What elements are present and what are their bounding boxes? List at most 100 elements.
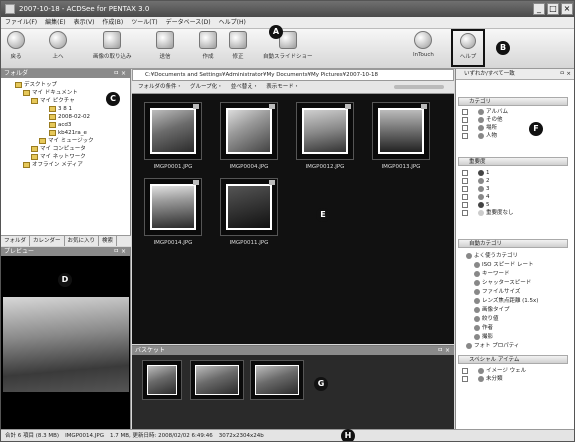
auto-category-item[interactable]: よく使うカテゴリ [466, 252, 518, 260]
up-button[interactable]: 上へ [49, 31, 67, 60]
rating-none[interactable]: 重要度なし [462, 209, 514, 217]
create-button[interactable]: 作成 [199, 31, 217, 60]
auto-category-item[interactable]: ファイルサイズ [474, 288, 520, 296]
menu-tools[interactable]: ツール(T) [127, 17, 161, 29]
auto-category-item[interactable]: キーワード [474, 270, 510, 278]
rating-4[interactable]: 4 [462, 193, 490, 201]
tree-item-offline-media[interactable]: オフライン メディア [23, 161, 83, 169]
tree-item-desktop[interactable]: デスクトップ [15, 81, 57, 89]
album-icon [478, 108, 484, 115]
checkbox [462, 132, 468, 139]
category-place[interactable]: 場所 [462, 124, 497, 132]
send-icon [156, 31, 174, 49]
import-button[interactable]: 画像の取り込み [93, 31, 132, 60]
menu-create[interactable]: 作成(B) [98, 17, 127, 29]
thumbnail[interactable] [144, 102, 202, 160]
image-well-item[interactable]: イメージ ウェル [462, 367, 526, 375]
folder-icon [39, 137, 46, 144]
tree-item-my-network[interactable]: マイ ネットワーク [31, 153, 86, 161]
rating-3[interactable]: 3 [462, 185, 490, 193]
menu-database[interactable]: データベース(D) [162, 17, 215, 29]
menu-file[interactable]: ファイル(F) [1, 17, 41, 29]
intouch-icon [414, 31, 433, 49]
edit-button[interactable]: 修正 [229, 31, 247, 60]
thumbnail-caption: IMGP0011.JPG [229, 240, 269, 246]
basket-item[interactable] [250, 360, 304, 400]
match-mode-dropdown[interactable]: いずれか/すべて一致ㅁ × [456, 69, 574, 80]
auto-category-item[interactable]: 撮影 [474, 333, 493, 341]
thumbnail[interactable] [372, 102, 430, 160]
tree-item-2008-02-02[interactable]: 2008-02-02 [49, 113, 90, 121]
address-bar[interactable]: C:¥Documents and Settings¥Administrator¥… [132, 69, 454, 81]
tree-item-my-documents[interactable]: マイ ドキュメント [23, 89, 78, 97]
tab-favorites[interactable]: お気に入り [65, 236, 100, 246]
special-items-header[interactable]: スペシャル アイテム [458, 355, 568, 364]
toolbar: 戻る 上へ 画像の取り込み 送信 作成 修正 自動スライドショー InTouch… [1, 29, 574, 69]
folder-conditions-dropdown[interactable]: フォルダの条件・ [138, 84, 182, 90]
auto-category-item[interactable]: シャッタースピード [474, 279, 531, 287]
rating-1[interactable]: 1 [462, 169, 490, 177]
group-dropdown[interactable]: グループ化・ [190, 84, 223, 90]
view-mode-dropdown[interactable]: 表示モード・ [266, 84, 299, 90]
category-other[interactable]: その他 [462, 116, 503, 124]
send-button[interactable]: 送信 [156, 31, 174, 60]
category-person[interactable]: 人物 [462, 132, 497, 140]
checkbox [462, 108, 468, 115]
tab-folders[interactable]: フォルダ [1, 236, 31, 246]
uncategorized-item[interactable]: 未分類 [462, 375, 503, 383]
tree-item-acd3[interactable]: acd3 [49, 121, 71, 129]
menu-help[interactable]: ヘルプ(H) [215, 17, 250, 29]
tree-item-my-pictures[interactable]: マイ ピクチャ [31, 97, 75, 105]
place-icon [478, 124, 484, 131]
app-icon [5, 4, 15, 14]
panel-close-icon[interactable]: ㅁ × [560, 69, 571, 80]
auto-category-item[interactable]: 絞り値 [474, 315, 499, 323]
callout-e: E [316, 208, 330, 222]
help-icon [460, 33, 476, 49]
tree-item-my-music[interactable]: マイ ミュージック [39, 137, 94, 145]
folder-icon [31, 97, 38, 104]
menu-view[interactable]: 表示(V) [70, 17, 99, 29]
thumbnail[interactable] [144, 178, 202, 236]
auto-category-item[interactable]: レンズ焦点距離 (1.5x) [474, 297, 538, 305]
intouch-button[interactable]: InTouch [413, 31, 434, 58]
address-path: C:¥Documents and Settings¥Administrator¥… [145, 72, 379, 78]
categories-header[interactable]: カテゴリ [458, 97, 568, 106]
auto-categories-header[interactable]: 自動カテゴリ [458, 239, 568, 248]
category-album[interactable]: アルバム [462, 108, 508, 116]
importance-header[interactable]: 重要度 [458, 157, 568, 166]
close-button[interactable]: × [561, 3, 573, 15]
auto-category-item[interactable]: フォト プロパティ [466, 342, 519, 350]
thumbnail[interactable] [220, 102, 278, 160]
back-button[interactable]: 戻る [7, 31, 25, 60]
rating-2[interactable]: 2 [462, 177, 490, 185]
basket-item[interactable] [190, 360, 244, 400]
maximize-button[interactable]: □ [547, 3, 559, 15]
status-info: 1.7 MB, 更新日時: 2008/02/02 6:49:46 [109, 433, 213, 439]
thumbnail[interactable] [296, 102, 354, 160]
panel-close-icon[interactable]: ㅁ × [114, 247, 126, 256]
panel-close-icon[interactable]: ㅁ × [438, 346, 450, 355]
menu-edit[interactable]: 編集(E) [41, 17, 69, 29]
thumbnail-caption: IMGP0014.JPG [153, 240, 193, 246]
panel-close-icon[interactable]: ㅁ × [114, 69, 126, 78]
basket-item[interactable] [142, 360, 182, 400]
auto-category-item[interactable]: 作者 [474, 324, 493, 332]
help-button[interactable]: ヘルプ [451, 29, 485, 67]
tree-item-kb421ra[interactable]: kb421ra_e [49, 129, 87, 137]
tab-search[interactable]: 検索 [99, 236, 118, 246]
tree-item-381[interactable]: 3 8 1 [49, 105, 72, 113]
left-panel-tabs: フォルダ カレンダー お気に入り 検索 [1, 235, 131, 246]
auto-category-item[interactable]: ISO スピード レート [474, 261, 533, 269]
basket-header: バスケットㅁ × [132, 346, 454, 355]
tree-item-my-computer[interactable]: マイ コンピュータ [31, 145, 86, 153]
folder-icon [23, 89, 30, 96]
thumbnail[interactable] [220, 178, 278, 236]
person-icon [478, 132, 484, 139]
rating-5[interactable]: 5 [462, 201, 490, 209]
tab-calendar[interactable]: カレンダー [30, 236, 65, 246]
sort-dropdown[interactable]: 並べ替え・ [231, 84, 259, 90]
auto-category-item[interactable]: 画像タイプ [474, 306, 510, 314]
minimize-button[interactable]: _ [533, 3, 545, 15]
zoom-slider[interactable] [394, 85, 444, 89]
